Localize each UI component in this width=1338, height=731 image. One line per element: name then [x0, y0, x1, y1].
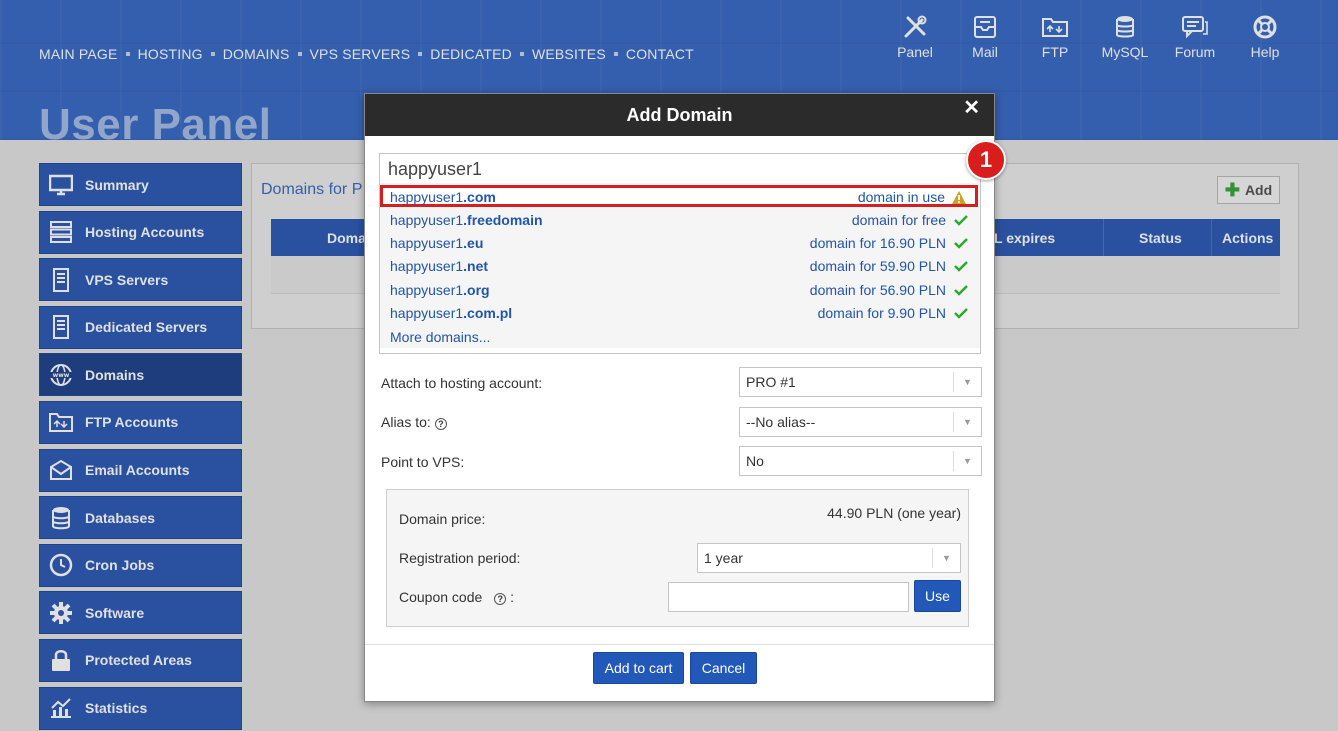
warning-icon	[950, 188, 968, 206]
domain-result-name: happyuser1.org	[390, 282, 490, 298]
add-domain-dialog: Add Domain ✕ happyuser1.com domain in us…	[364, 93, 1006, 702]
alias-select-value: --No alias--	[746, 414, 816, 430]
domain-result-tld: .freedomain	[463, 212, 543, 228]
domain-result-status: domain for 9.90 PLN	[817, 305, 946, 321]
domain-result-name: happyuser1.com	[390, 189, 496, 205]
domain-search-box: happyuser1.com domain in use happyuser1.…	[379, 153, 981, 354]
coupon-code-input[interactable]	[668, 582, 909, 612]
domain-result-name: happyuser1.com.pl	[390, 305, 512, 321]
help-icon[interactable]: ?	[434, 418, 447, 430]
domain-result-name: happyuser1.eu	[390, 235, 483, 251]
domain-result-name: happyuser1.net	[390, 258, 488, 274]
domain-result-status: domain for 16.90 PLN	[809, 235, 946, 251]
domain-result-base: happyuser1	[390, 189, 464, 205]
domain-result-tld: .com.pl	[463, 305, 513, 321]
checkmark-icon	[952, 257, 970, 275]
point-vps-label: Point to VPS:	[381, 454, 465, 470]
price-box: Domain price: 44.90 PLN (one year) Regis…	[386, 489, 969, 627]
domain-price-label: Domain price:	[399, 511, 486, 527]
domain-result-base: happyuser1	[390, 282, 464, 298]
help-icon[interactable]: ?	[494, 593, 507, 605]
alias-select[interactable]: --No alias-- ▼	[739, 407, 982, 437]
domain-result-status: domain for free	[851, 212, 946, 228]
domain-result-tld: .eu	[463, 235, 484, 251]
domain-result-base: happyuser1	[390, 258, 464, 274]
more-domains-link[interactable]: More domains...	[390, 329, 490, 345]
domain-search-input[interactable]	[380, 154, 980, 184]
hosting-account-select-value: PRO #1	[746, 374, 796, 390]
domain-result-name: happyuser1.freedomain	[390, 212, 543, 228]
chevron-down-icon: ▼	[932, 548, 960, 568]
attach-hosting-label: Attach to hosting account:	[381, 375, 543, 391]
close-icon[interactable]: ✕	[963, 98, 980, 118]
domain-result-available[interactable]: happyuser1.freedomain domain for free	[390, 209, 970, 231]
dialog-header: Add Domain	[365, 94, 994, 136]
registration-period-label: Registration period:	[399, 550, 521, 566]
chevron-down-icon: ▼	[953, 412, 981, 432]
domain-result-available[interactable]: happyuser1.org domain for 56.90 PLN	[390, 279, 970, 301]
registration-period-select[interactable]: 1 year ▼	[697, 543, 961, 573]
checkmark-icon	[952, 211, 970, 229]
cancel-button[interactable]: Cancel	[690, 652, 757, 684]
domain-result-base: happyuser1	[390, 212, 464, 228]
chevron-down-icon: ▼	[953, 451, 981, 471]
coupon-code-colon: :	[510, 589, 514, 605]
dialog-footer-divider	[365, 644, 994, 645]
vps-select[interactable]: No ▼	[739, 446, 982, 476]
alias-label: Alias to:	[381, 414, 431, 430]
vps-select-value: No	[746, 453, 764, 469]
domain-price-value: 44.90 PLN (one year)	[827, 505, 961, 521]
domain-result-tld: .com	[463, 189, 496, 205]
checkmark-icon	[952, 304, 970, 322]
domain-results-list: happyuser1.com domain in use happyuser1.…	[380, 183, 980, 348]
domain-result-status: domain for 56.90 PLN	[809, 282, 946, 298]
hosting-account-select[interactable]: PRO #1 ▼	[739, 367, 982, 397]
domain-result-status: domain in use	[857, 189, 945, 205]
domain-result-tld: .org	[463, 282, 490, 298]
use-coupon-button[interactable]: Use	[914, 580, 961, 612]
domain-result-tld: .net	[463, 258, 489, 274]
checkmark-icon	[952, 281, 970, 299]
domain-result-available[interactable]: happyuser1.eu domain for 16.90 PLN	[390, 232, 970, 254]
domain-result-available[interactable]: happyuser1.net domain for 59.90 PLN	[390, 255, 970, 277]
alias-label-row: Alias to:?	[381, 414, 447, 430]
coupon-code-label: Coupon code	[399, 589, 483, 605]
domain-result-base: happyuser1	[390, 235, 464, 251]
step-badge: 1	[966, 140, 1006, 180]
checkmark-icon	[952, 234, 970, 252]
domain-result-status: domain for 59.90 PLN	[809, 258, 946, 274]
domain-result-taken[interactable]: happyuser1.com domain in use	[380, 185, 978, 207]
chevron-down-icon: ▼	[953, 372, 981, 392]
dialog-title: Add Domain	[626, 104, 733, 125]
domain-result-available[interactable]: happyuser1.com.pl domain for 9.90 PLN	[390, 302, 970, 324]
coupon-label-row: Coupon code ? :	[399, 589, 514, 605]
registration-period-value: 1 year	[704, 550, 743, 566]
add-to-cart-button[interactable]: Add to cart	[593, 652, 684, 684]
domain-result-base: happyuser1	[390, 305, 464, 321]
